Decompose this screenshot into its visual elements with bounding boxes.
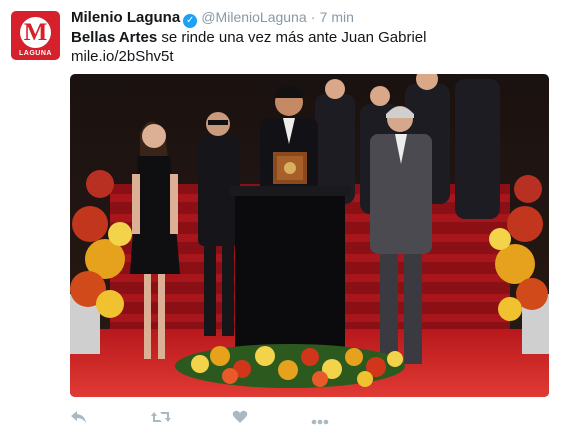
tweet-header: Milenio Laguna ✓ @MilenioLaguna · 7 min (71, 8, 354, 28)
tweet-text-bold[interactable]: Bellas Artes (71, 29, 157, 46)
more-icon[interactable] (311, 412, 329, 430)
tweet-card: M LAGUNA Milenio Laguna ✓ @MilenioLaguna … (0, 0, 579, 437)
reply-icon[interactable] (70, 409, 88, 430)
display-name[interactable]: Milenio Laguna (71, 9, 180, 26)
tweet-actions (0, 409, 579, 429)
account-avatar[interactable]: M LAGUNA (11, 11, 60, 60)
separator: · (310, 9, 316, 25)
like-icon[interactable] (232, 409, 248, 429)
ceremony-photo (70, 74, 549, 397)
timestamp[interactable]: 7 min (320, 9, 354, 25)
verified-icon: ✓ (183, 14, 198, 28)
tweet-text-rest: se rinde una vez más ante Juan Gabriel (157, 29, 427, 46)
avatar-label: LAGUNA (19, 50, 52, 57)
milenio-logo: M (20, 17, 51, 48)
tweet-link[interactable]: mile.io/2bShv5t (71, 47, 174, 66)
tweet-text: Bellas Artes se rinde una vez más ante J… (71, 28, 426, 47)
retweet-icon[interactable] (150, 409, 172, 430)
user-handle[interactable]: @MilenioLaguna (201, 9, 306, 25)
tweet-photo[interactable] (70, 74, 549, 397)
